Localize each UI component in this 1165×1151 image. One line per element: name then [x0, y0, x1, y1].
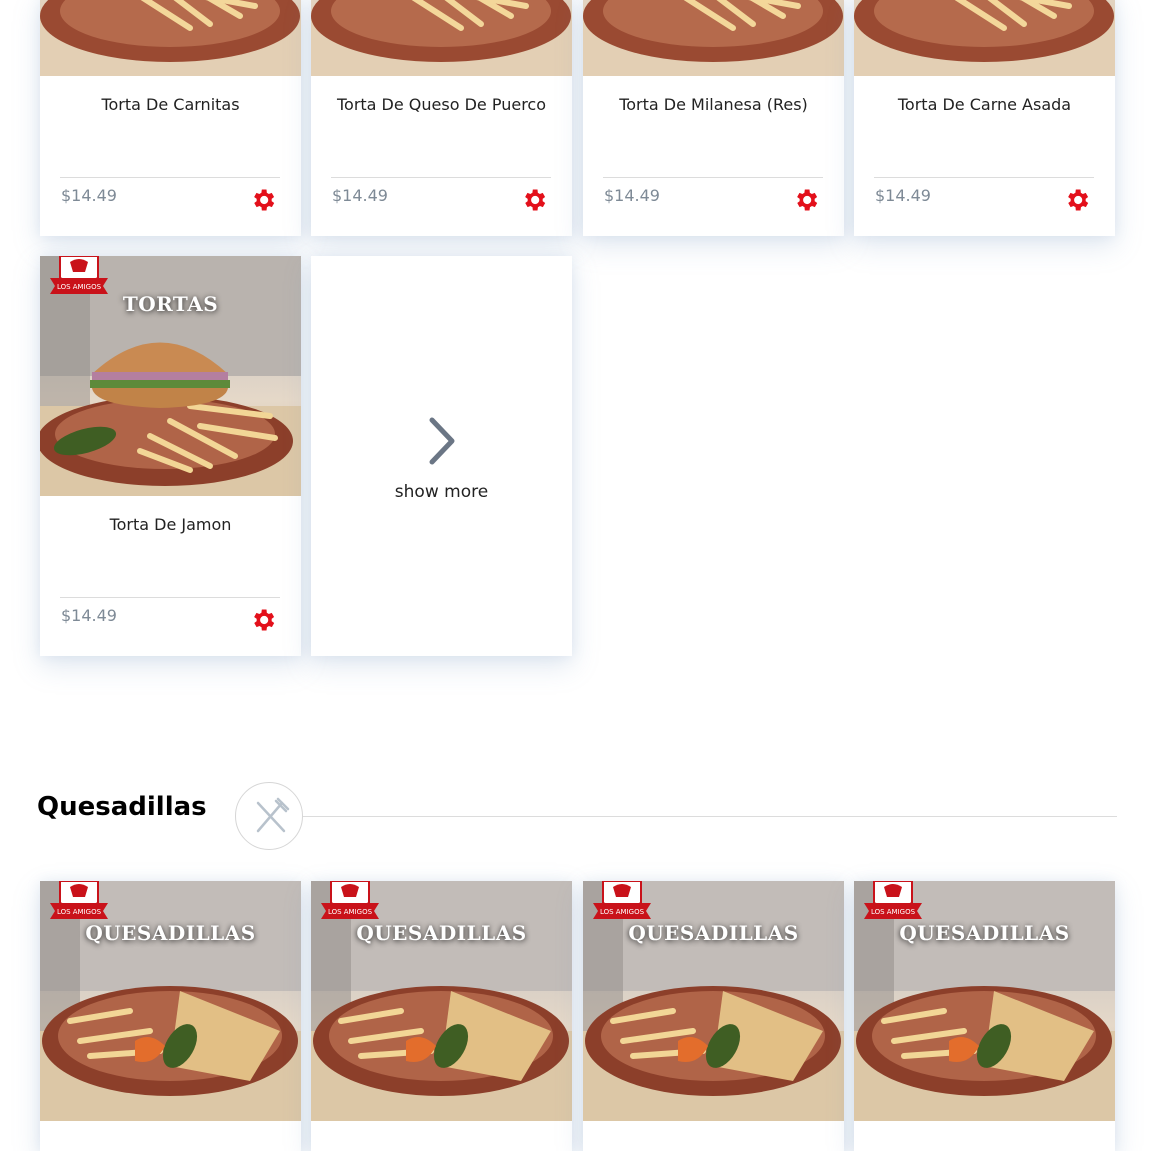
menu-item-price: $14.49 [332, 186, 388, 205]
menu-item-card[interactable]: Torta De Carne Asada $14.49 [854, 0, 1115, 236]
category-label: QUESADILLAS [628, 921, 799, 945]
divider [331, 177, 551, 178]
menu-item-card[interactable]: Torta De Milanesa (Res) $14.49 [583, 0, 844, 236]
divider [874, 177, 1094, 178]
gear-icon[interactable] [792, 186, 820, 214]
divider [60, 597, 280, 598]
svg-text:LOS AMIGOS: LOS AMIGOS [871, 908, 916, 916]
divider [603, 177, 823, 178]
menu-item-card[interactable]: LOS AMIGOS QUESADILLAS [311, 881, 572, 1151]
food-image [311, 0, 572, 76]
gear-icon[interactable] [1063, 186, 1091, 214]
gear-icon[interactable] [249, 606, 277, 634]
show-more-card[interactable]: show more [311, 256, 572, 656]
menu-item-name: Torta De Carne Asada [897, 95, 1072, 114]
divider [60, 177, 280, 178]
food-image: LOS AMIGOS QUESADILLAS [854, 881, 1115, 1121]
category-label: QUESADILLAS [356, 921, 527, 945]
food-image [40, 0, 301, 76]
menu-item-name: Torta De Milanesa (Res) [619, 95, 808, 114]
svg-text:LOS AMIGOS: LOS AMIGOS [600, 908, 645, 916]
menu-item-card[interactable]: LOS AMIGOS TORTAS Torta De Jamon $14.49 [40, 256, 301, 656]
menu-item-card[interactable]: Torta De Queso De Puerco $14.49 [311, 0, 572, 236]
gear-icon[interactable] [520, 186, 548, 214]
section-title: Quesadillas [37, 792, 207, 822]
section-divider [300, 816, 1117, 817]
chevron-right-icon [429, 417, 455, 465]
gear-icon[interactable] [249, 186, 277, 214]
menu-item-price: $14.49 [61, 606, 117, 625]
svg-text:LOS AMIGOS: LOS AMIGOS [57, 283, 102, 291]
menu-item-price: $14.49 [604, 186, 660, 205]
svg-text:LOS AMIGOS: LOS AMIGOS [57, 908, 102, 916]
menu-item-name: Torta De Queso De Puerco [336, 95, 547, 114]
menu-item-name: Torta De Jamon [109, 515, 232, 534]
food-image [583, 0, 844, 76]
menu-item-card[interactable]: LOS AMIGOS QUESADILLAS [583, 881, 844, 1151]
food-image [854, 0, 1115, 76]
food-image: LOS AMIGOS QUESADILLAS [40, 881, 301, 1121]
menu-item-name: Torta De Carnitas [101, 95, 240, 114]
category-label: QUESADILLAS [899, 921, 1070, 945]
show-more-label: show more [394, 482, 489, 502]
category-label: QUESADILLAS [85, 921, 256, 945]
food-image: LOS AMIGOS QUESADILLAS [583, 881, 844, 1121]
food-image: LOS AMIGOS QUESADILLAS [311, 881, 572, 1121]
menu-item-card[interactable]: LOS AMIGOS QUESADILLAS [40, 881, 301, 1151]
category-label: TORTAS [122, 292, 219, 316]
menu-item-card[interactable]: LOS AMIGOS QUESADILLAS [854, 881, 1115, 1151]
menu-item-price: $14.49 [61, 186, 117, 205]
food-image: LOS AMIGOS TORTAS [40, 256, 301, 496]
fork-knife-icon [235, 782, 303, 850]
menu-item-price: $14.49 [875, 186, 931, 205]
svg-text:LOS AMIGOS: LOS AMIGOS [328, 908, 373, 916]
menu-item-card[interactable]: Torta De Carnitas $14.49 [40, 0, 301, 236]
